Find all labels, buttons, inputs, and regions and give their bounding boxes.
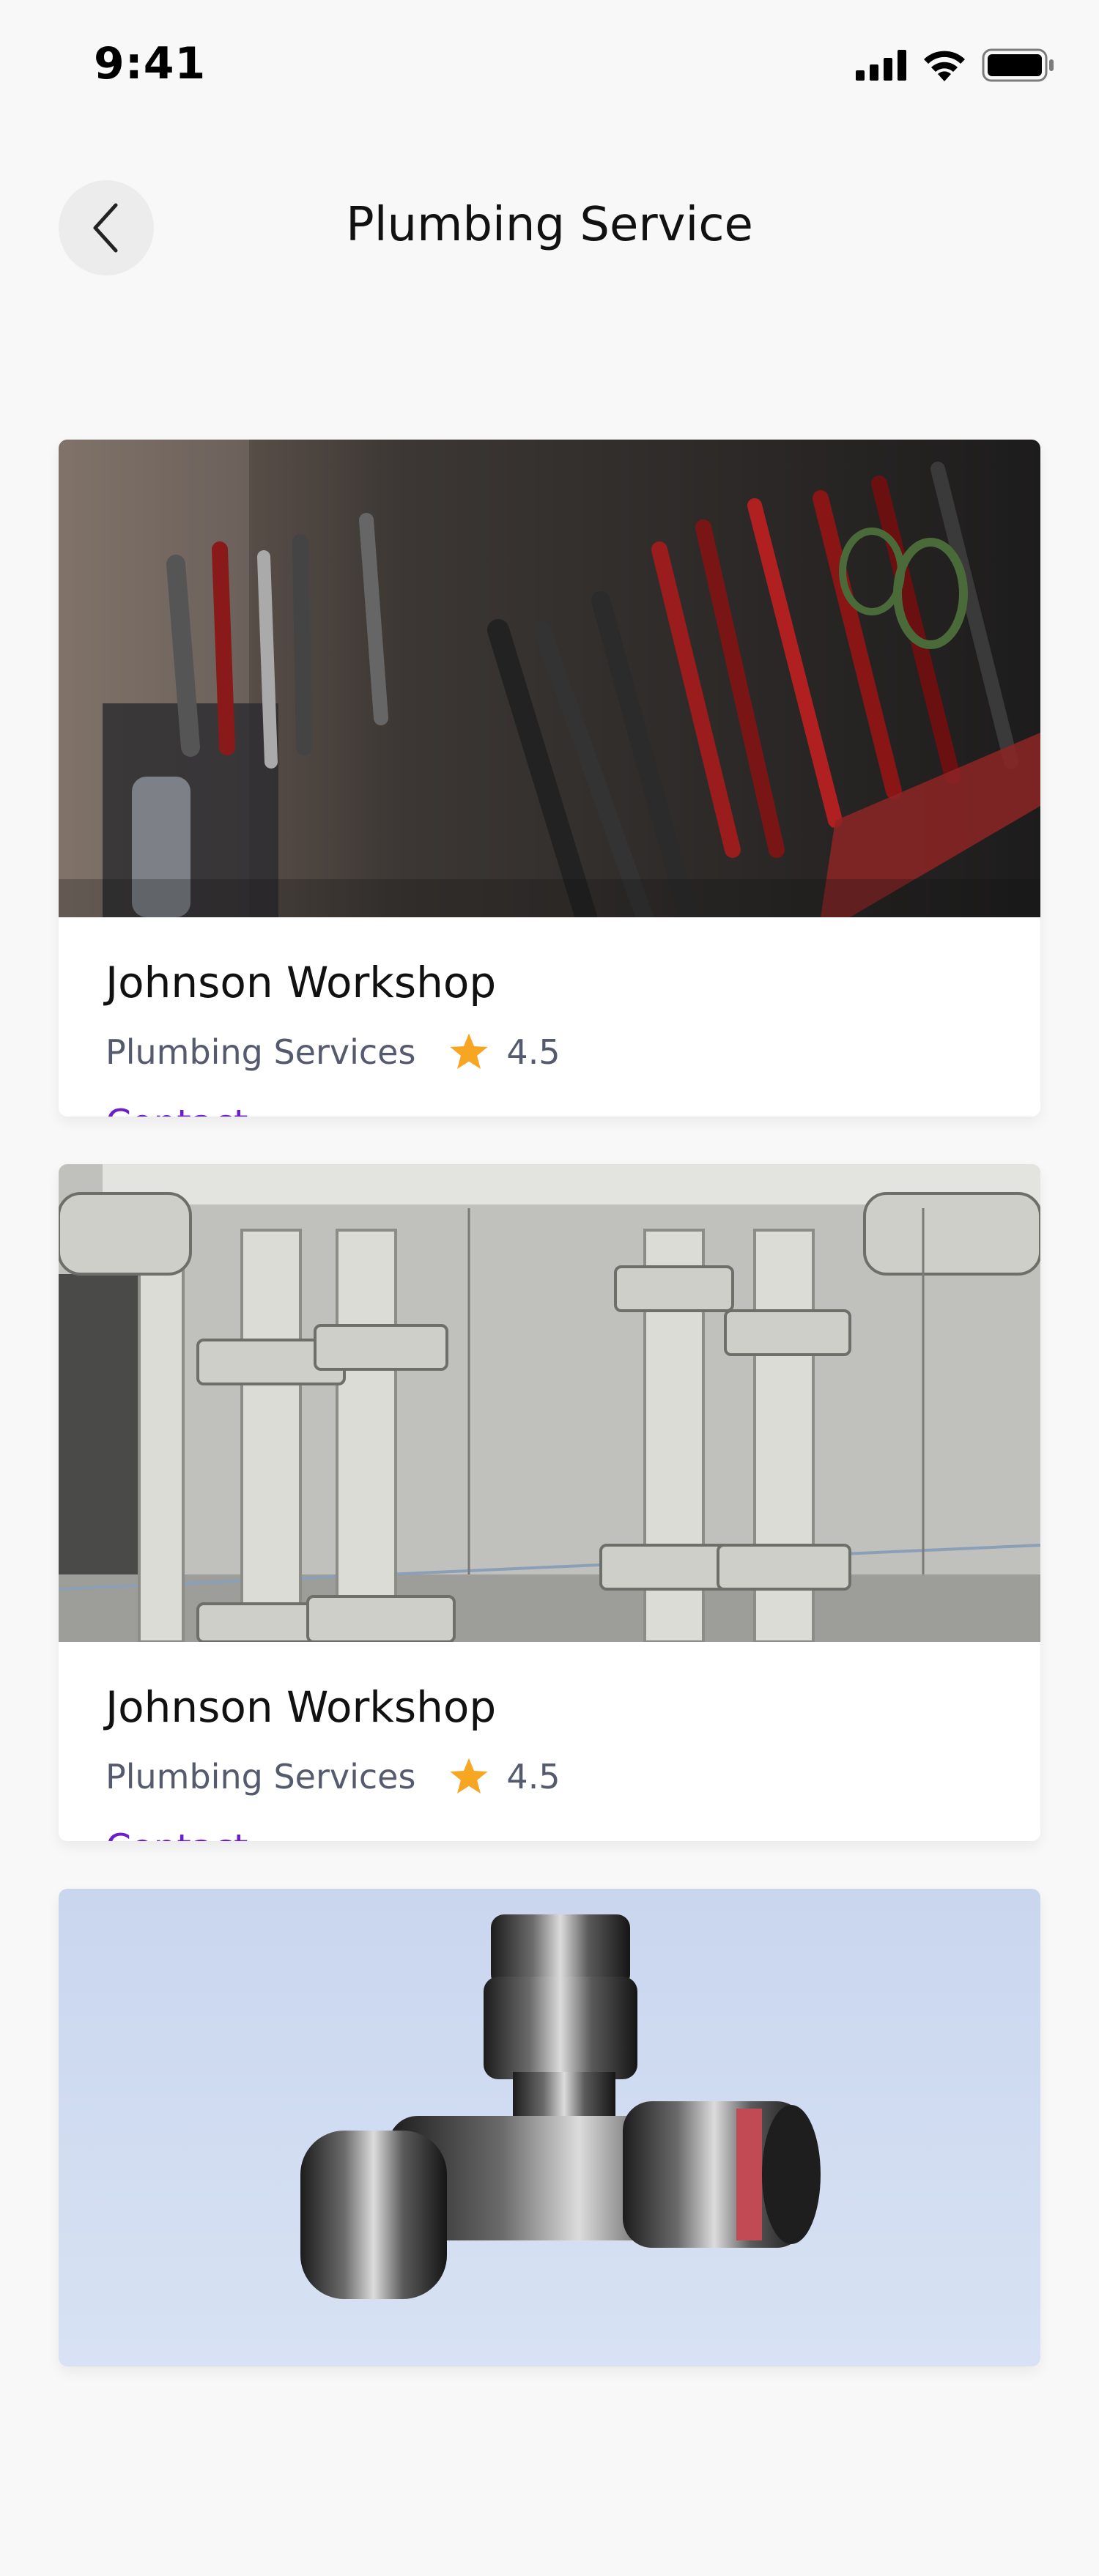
signal-icon bbox=[856, 50, 906, 81]
service-card[interactable] bbox=[59, 1889, 1040, 2366]
status-bar: 9:41 bbox=[0, 0, 1099, 132]
card-rating: 4.5 bbox=[506, 1032, 560, 1072]
card-meta: Plumbing Services 4.5 bbox=[106, 1032, 993, 1073]
status-icons bbox=[856, 48, 1055, 82]
card-title: Johnson Workshop bbox=[106, 958, 497, 1007]
battery-icon bbox=[982, 48, 1054, 82]
service-card[interactable]: Johnson Workshop Plumbing Services 4.5 C… bbox=[59, 440, 1040, 1117]
header: Plumbing Service bbox=[0, 176, 1099, 286]
card-category: Plumbing Services bbox=[106, 1032, 416, 1072]
tools-photo bbox=[59, 440, 1040, 917]
contact-link[interactable]: Contact bbox=[106, 1102, 248, 1117]
pipes-photo bbox=[59, 1164, 1040, 1642]
wifi-icon bbox=[924, 51, 965, 81]
valve-photo bbox=[59, 1889, 1040, 2366]
page-title: Plumbing Service bbox=[346, 198, 753, 252]
star-icon bbox=[448, 1032, 490, 1073]
card-body: Johnson Workshop Plumbing Services 4.5 C… bbox=[59, 917, 1040, 1117]
card-title: Johnson Workshop bbox=[106, 1682, 497, 1732]
contact-link[interactable]: Contact bbox=[106, 1826, 248, 1841]
service-card[interactable]: Johnson Workshop Plumbing Services 4.5 C… bbox=[59, 1164, 1040, 1841]
service-list: Johnson Workshop Plumbing Services 4.5 C… bbox=[59, 440, 1040, 2414]
card-rating: 4.5 bbox=[506, 1757, 560, 1796]
card-meta: Plumbing Services 4.5 bbox=[106, 1756, 993, 1797]
card-category: Plumbing Services bbox=[106, 1757, 416, 1796]
card-body: Johnson Workshop Plumbing Services 4.5 C… bbox=[59, 1642, 1040, 1841]
status-time: 9:41 bbox=[94, 38, 207, 89]
star-icon bbox=[448, 1756, 490, 1797]
